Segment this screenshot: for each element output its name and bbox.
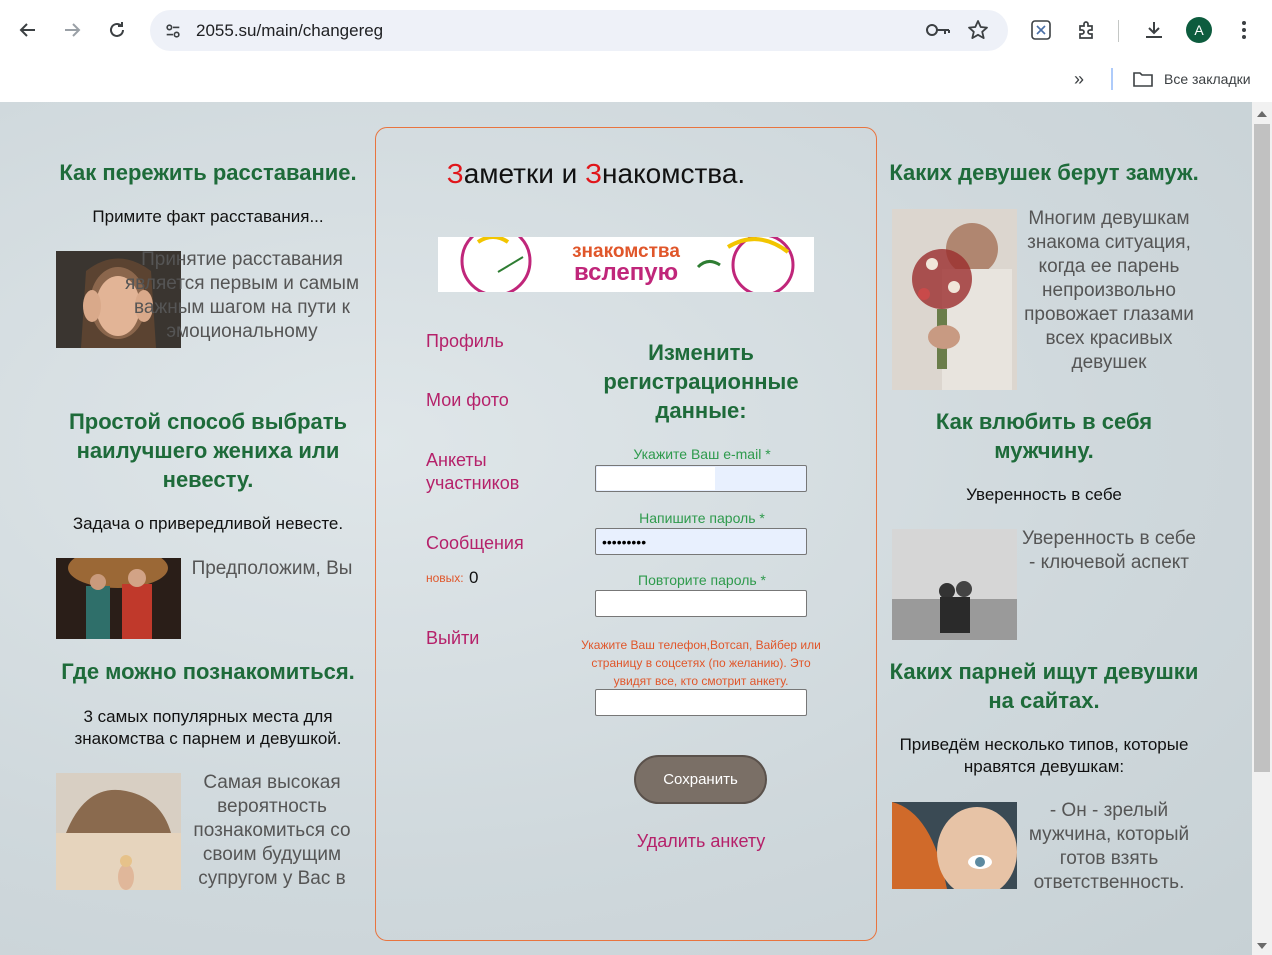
arrow-right-icon [65,23,81,37]
article-text: - Он - зрелый мужчина, который готов взя… [1028,800,1190,893]
menu-dots-icon[interactable] [1231,17,1257,43]
new-messages-label: новых: [426,571,464,585]
page-scrollbar[interactable] [1252,102,1272,955]
scroll-down-icon[interactable] [1257,943,1267,949]
article-image[interactable] [892,802,1017,889]
address-bar[interactable]: 2055.su/main/changereg [150,10,1008,51]
site-logo-banner[interactable]: знакомства вслепую [438,237,814,292]
menu-messages-link[interactable]: Сообщения [426,532,524,555]
article-heading[interactable]: Как пережить расставание. [50,158,366,187]
reload-icon [110,22,124,37]
delete-profile-link[interactable]: Удалить анкету [576,831,826,852]
password-label: Напишите пароль * [639,510,765,526]
article-image[interactable] [56,558,181,639]
site-title-part: аметки и [463,158,586,189]
article-heading[interactable]: Каких парней ищут девушки на сайтах. [886,657,1202,715]
article-subtitle: Примите факт расставания... [92,207,324,226]
site-title-letter: З [585,158,603,189]
puzzle-icon[interactable] [1074,17,1100,43]
all-bookmarks-button[interactable]: Все закладки [1132,70,1251,88]
article-subtitle: Приведём несколько типов, которые нравят… [899,735,1189,776]
email-label: Укажите Ваш e-mail * [633,446,771,462]
scrollbar-thumb[interactable] [1254,124,1270,772]
scroll-up-icon[interactable] [1257,111,1267,117]
double-chevron-icon[interactable]: » [1074,69,1084,90]
phone-field[interactable] [595,689,807,716]
profile-avatar[interactable]: A [1186,17,1212,43]
article-subtitle: Задача о привередливой невесте. [72,514,344,533]
page-content: Как пережить расставание. Примите факт р… [0,102,1252,955]
bookmark-star-icon[interactable] [967,19,989,46]
article-heading[interactable]: Где можно познакомиться. [50,657,366,686]
password-repeat-label: Повторите пароль * [638,572,766,588]
download-icon[interactable] [1141,17,1167,43]
article-text: Принятие расставания является первым и с… [124,249,360,342]
extension-icon[interactable] [1028,17,1054,43]
back-button[interactable] [14,16,42,44]
menu-profile-link[interactable]: Профиль [426,330,504,353]
email-autofill-overlay [597,467,715,490]
password-key-icon[interactable] [925,20,951,45]
article-subtitle: Уверенность в себе [966,485,1122,504]
reload-button[interactable] [103,16,131,44]
main-panel: Заметки и Знакомства. знакомства вслепую… [375,127,877,941]
url-text[interactable]: 2055.su/main/changereg [196,21,383,41]
menu-photos-link[interactable]: Мои фото [426,389,509,412]
menu-logout-link[interactable]: Выйти [426,627,479,650]
password-repeat-field[interactable] [595,590,807,617]
site-title: Заметки и Знакомства. [376,158,816,190]
article-image[interactable] [892,209,1017,390]
folder-icon [1133,72,1153,87]
phone-note: Укажите Ваш телефон,Вотсап, Вайбер или с… [581,638,821,688]
bookmarks-divider [1111,68,1113,90]
article-heading[interactable]: Простой способ выбрать наилучшего жениха… [50,407,366,494]
arrow-left-icon [19,23,35,37]
article-text: Уверенность в себе - ключевой аспект [1022,528,1196,573]
menu-profiles-link[interactable]: Анкеты участников [426,449,536,495]
password-field[interactable] [595,528,807,555]
toolbar-divider [1118,20,1119,42]
article-text: Многим девушкам знакома ситуация, когда … [1024,208,1194,373]
bookmarks-bar: » Все закладки [0,62,1272,102]
save-button[interactable]: Сохранить [634,755,767,804]
article-heading[interactable]: Как влюбить в себя мужчину. [886,407,1202,465]
browser-toolbar: 2055.su/main/changereg A [0,0,1272,62]
site-title-part: накомства. [602,158,746,189]
site-settings-icon[interactable] [160,18,186,44]
article-image[interactable] [892,529,1017,640]
new-messages-count: 0 [469,568,479,587]
banner-text: знакомства вслепую [556,241,696,286]
site-title-letter: З [446,158,464,189]
article-image[interactable] [56,773,181,890]
all-bookmarks-label: Все закладки [1164,71,1251,87]
forward-button[interactable] [58,16,86,44]
banner-line: вслепую [573,259,679,286]
article-subtitle: 3 самых популярных места для знакомства … [74,707,342,748]
article-heading[interactable]: Каких девушек берут замуж. [886,158,1202,187]
form-heading: Изменить регистрационные данные: [603,340,799,423]
article-text: Предположим, Вы [191,558,353,579]
article-text: Самая высокая вероятность познакомиться … [193,772,351,889]
